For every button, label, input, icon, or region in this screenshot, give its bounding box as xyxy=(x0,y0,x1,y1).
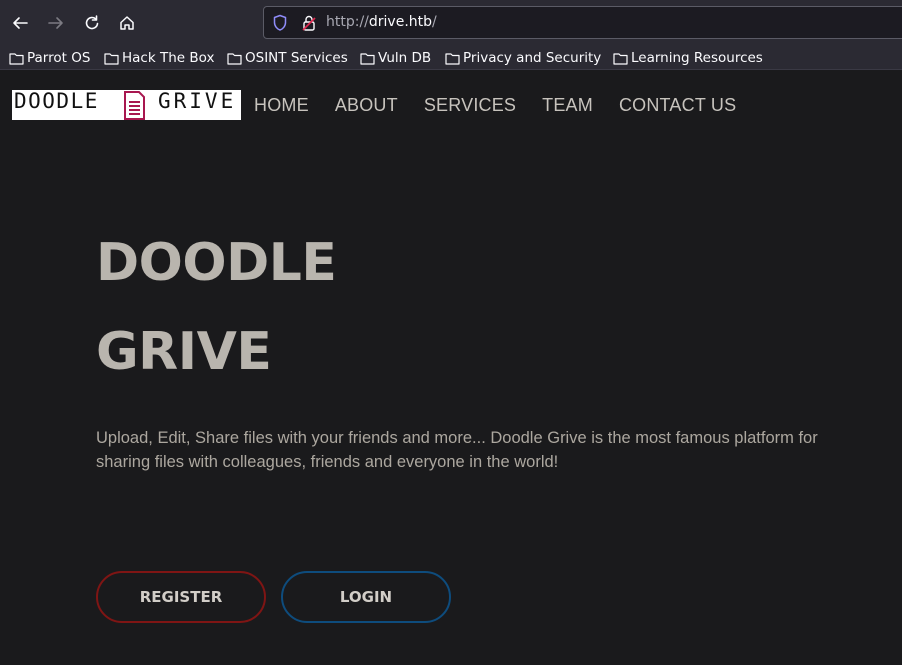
browser-toolbar: http://drive.htb/ xyxy=(0,0,902,46)
folder-icon xyxy=(360,52,375,65)
bookmark-privacy-and-security[interactable]: Privacy and Security xyxy=(445,49,601,67)
lock-icon[interactable] xyxy=(301,14,317,32)
site-logo[interactable]: DOODLE GRIVE xyxy=(12,90,241,120)
bookmark-label: Hack The Box xyxy=(122,50,215,66)
logo-text-right: GRIVE xyxy=(158,90,236,113)
website-page: DOODLE GRIVE HOME ABOUT SERVICES TEAM CO… xyxy=(0,70,902,665)
reload-icon[interactable] xyxy=(81,12,103,34)
bookmark-hack-the-box[interactable]: Hack The Box xyxy=(104,49,214,67)
register-button[interactable]: REGISTER xyxy=(96,571,266,623)
folder-icon xyxy=(445,52,460,65)
bookmark-parrot-os[interactable]: Parrot OS xyxy=(9,49,90,67)
nav-home[interactable]: HOME xyxy=(254,95,309,116)
bookmark-label: Learning Resources xyxy=(631,50,763,66)
site-navigation: HOME ABOUT SERVICES TEAM CONTACT US xyxy=(254,95,762,116)
bookmark-label: Privacy and Security xyxy=(463,50,602,66)
bookmarks-bar: Parrot OS Hack The Box OSINT Services Vu… xyxy=(0,46,902,70)
url-host: drive.htb xyxy=(368,14,433,30)
bookmark-learning-resources[interactable]: Learning Resources xyxy=(613,49,763,67)
bookmark-label: Parrot OS xyxy=(27,50,91,66)
hero-description: Upload, Edit, Share files with your frie… xyxy=(96,429,818,471)
logo-text-left: DOODLE xyxy=(14,90,99,113)
document-icon xyxy=(124,91,145,120)
back-arrow-icon[interactable] xyxy=(9,12,31,34)
bookmark-vuln-db[interactable]: Vuln DB xyxy=(360,49,431,67)
nav-contact-us[interactable]: CONTACT US xyxy=(619,95,736,116)
bookmark-label: OSINT Services xyxy=(245,50,348,66)
login-button[interactable]: LOGIN xyxy=(281,571,451,623)
nav-about[interactable]: ABOUT xyxy=(335,95,398,116)
url-bar[interactable]: http://drive.htb/ xyxy=(263,6,902,39)
hero-title-line1: DOODLE xyxy=(96,233,337,293)
forward-arrow-icon[interactable] xyxy=(45,12,67,34)
bookmark-label: Vuln DB xyxy=(378,50,432,66)
folder-icon xyxy=(9,52,24,65)
shield-icon[interactable] xyxy=(272,14,288,32)
folder-icon xyxy=(613,52,628,65)
url-text[interactable]: http://drive.htb/ xyxy=(326,14,437,30)
hero-title-line2: GRIVE xyxy=(96,322,272,382)
folder-icon xyxy=(227,52,242,65)
folder-icon xyxy=(104,52,119,65)
home-icon[interactable] xyxy=(116,12,138,34)
url-path: / xyxy=(432,14,437,30)
nav-team[interactable]: TEAM xyxy=(542,95,593,116)
nav-services[interactable]: SERVICES xyxy=(424,95,516,116)
url-scheme: http:// xyxy=(326,14,369,30)
bookmark-osint-services[interactable]: OSINT Services xyxy=(227,49,348,67)
